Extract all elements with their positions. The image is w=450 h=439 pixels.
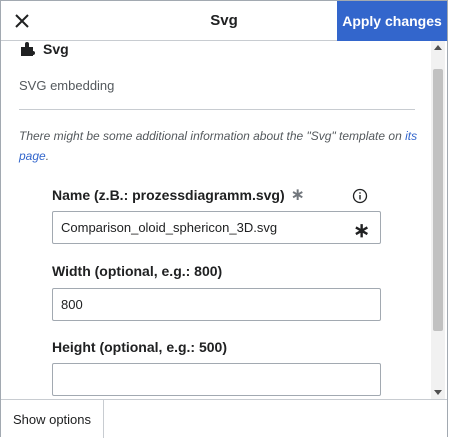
width-input-value: 800	[61, 297, 83, 312]
template-description: SVG embedding	[19, 78, 115, 93]
name-input[interactable]: Comparison_oloid_sphericon_3D.svg ∗	[52, 211, 381, 244]
scroll-down-icon[interactable]	[434, 390, 442, 395]
height-input[interactable]	[52, 363, 381, 396]
info-text-body: There might be some additional informati…	[19, 129, 406, 143]
param-name-label: Name (z.B.: prozessdiagramm.svg) ∗	[52, 185, 382, 205]
name-input-value: Comparison_oloid_sphericon_3D.svg	[61, 220, 278, 235]
param-width: Width (optional, e.g.: 800) 800	[52, 261, 382, 321]
width-input[interactable]: 800	[52, 288, 381, 321]
close-button[interactable]	[1, 1, 43, 41]
param-name: Name (z.B.: prozessdiagramm.svg) ∗ Compa…	[52, 185, 382, 244]
show-options-button[interactable]: Show options	[1, 400, 104, 438]
puzzle-icon	[21, 42, 35, 56]
template-info-text: There might be some additional informati…	[19, 126, 419, 166]
info-icon[interactable]	[352, 188, 368, 204]
scrollbar[interactable]	[431, 41, 445, 399]
info-text-end: .	[45, 149, 50, 163]
param-width-label: Width (optional, e.g.: 800)	[52, 263, 223, 279]
dialog-header: Svg Apply changes	[1, 1, 447, 41]
template-title: Svg	[43, 41, 69, 57]
close-icon	[15, 14, 29, 28]
required-icon: ∗	[290, 185, 305, 204]
dialog-footer: Show options	[1, 399, 447, 438]
divider	[19, 109, 415, 110]
param-height: Height (optional, e.g.: 500)	[52, 337, 382, 396]
scroll-up-icon[interactable]	[434, 45, 442, 50]
required-field-icon: ∗	[353, 220, 370, 242]
template-dialog: Svg Apply changes Svg SVG embedding Ther…	[0, 0, 448, 438]
param-name-label-text: Name (z.B.: prozessdiagramm.svg)	[52, 187, 285, 203]
template-title-row: Svg	[19, 41, 69, 59]
dialog-body: Svg SVG embedding There might be some ad…	[1, 41, 447, 399]
param-height-label: Height (optional, e.g.: 500)	[52, 339, 228, 355]
scrollbar-thumb[interactable]	[433, 69, 443, 331]
apply-changes-button[interactable]: Apply changes	[337, 1, 447, 41]
